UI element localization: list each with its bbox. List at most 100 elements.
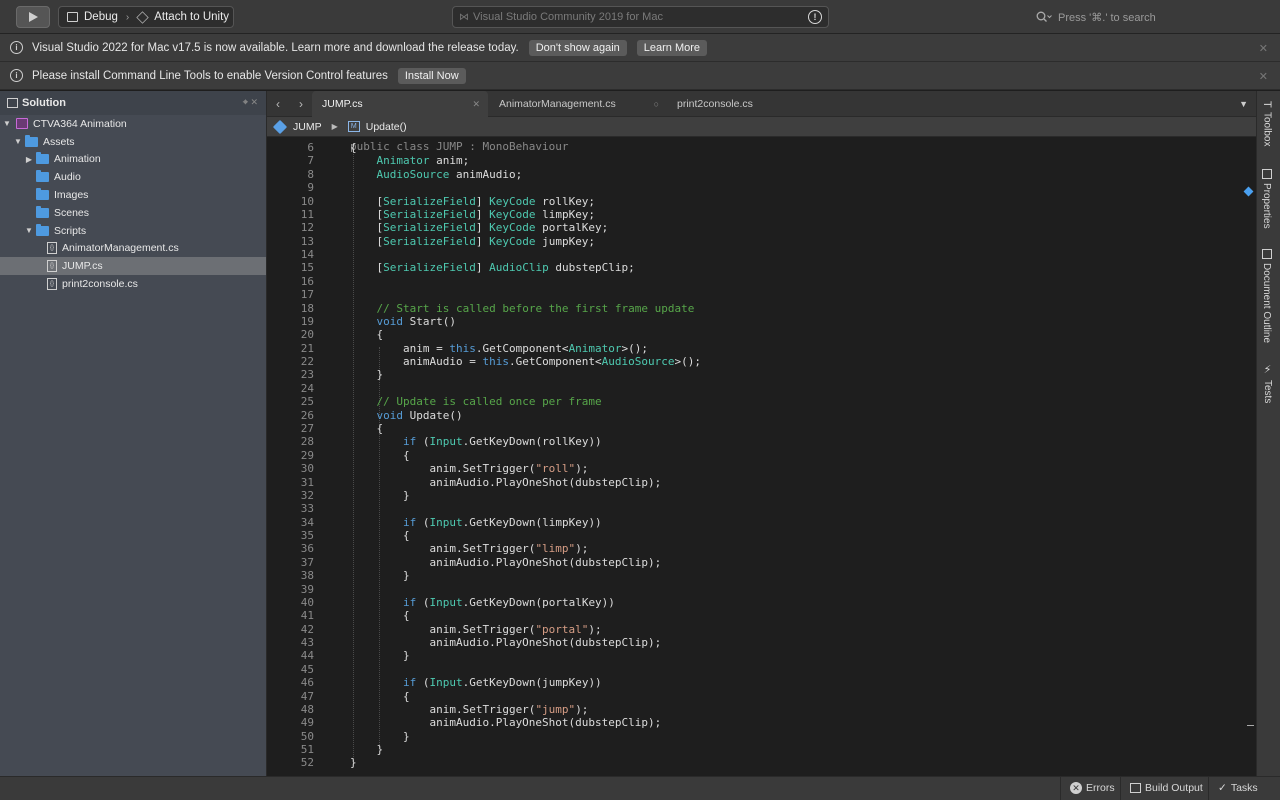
close-icon[interactable]: ✕ [1259,42,1268,55]
path-class[interactable]: JUMP [293,121,322,133]
run-configuration-selector[interactable]: Debug › Attach to Unity [58,6,234,28]
close-icon[interactable]: ✕ [1259,70,1268,83]
dock-label: Document Outline [1261,263,1272,344]
folder-icon [25,134,38,147]
learn-more-button[interactable]: Learn More [636,39,708,56]
chevron-down-icon[interactable]: ▼ [13,137,23,146]
tasks-label: Tasks [1230,782,1258,794]
line-number: 46 [300,676,314,690]
tab-overflow-icon[interactable]: ▼ [1239,99,1248,109]
tree-item-label: JUMP.cs [62,260,103,273]
tasks-pad-button[interactable]: ✓ Tasks [1218,782,1258,794]
tree-item-scripts[interactable]: ▼ Scripts [0,222,266,240]
modified-dot-icon[interactable]: ○ [654,99,659,109]
run-button[interactable] [16,6,50,28]
errors-pad-button[interactable]: ✕ Errors [1070,782,1115,794]
tree-item-assets[interactable]: ▼ Assets [0,133,266,151]
nav-back-icon[interactable]: ‹ [276,97,280,111]
code-text: { [350,689,410,703]
line-number: 24 [300,381,314,395]
line-number: 44 [300,649,314,663]
tab-print2console-cs[interactable]: print2console.cs [667,91,845,117]
line-number: 11 [300,207,314,221]
nav-forward-icon[interactable]: › [299,97,303,111]
tree-item-print2console-cs[interactable]: {} print2console.cs [0,275,266,293]
tree-item-audio[interactable]: Audio [0,168,266,186]
csharp-file-icon: {} [47,278,57,291]
code-line: 21 anim = this.GetComponent<Animator>(); [267,342,1247,355]
scroll-position-marker [1247,725,1254,726]
update-infobar: i Visual Studio 2022 for Mac v17.5 is no… [0,34,1280,62]
right-dock: T Toolbox Properties Document Outline ⚡ … [1256,91,1280,776]
dock-toolbox[interactable]: T Toolbox [1261,101,1273,146]
code-line: 13 [SerializeField] KeyCode jumpKey; [267,235,1247,248]
unity-icon [136,10,149,24]
method-icon: M [347,121,360,132]
document-tabbar: ‹ › JUMP.cs ✕ AnimatorManagement.cs ○ pr… [267,91,1256,117]
tree-item-jump-cs[interactable]: {} JUMP.cs [0,257,266,276]
line-number: 31 [300,475,314,489]
code-text: { [350,421,384,435]
dock-label: Toolbox [1261,111,1273,147]
line-number: 12 [300,221,314,235]
tab-jump-cs[interactable]: JUMP.cs ✕ [312,91,488,117]
code-line: 22 animAudio = this.GetComponent<AudioSo… [267,355,1247,368]
code-line: 35 { [267,529,1247,542]
code-line: 17 [267,288,1247,301]
code-line: 46 if (Input.GetKeyDown(jumpKey)) [267,676,1247,689]
line-number: 18 [300,301,314,315]
code-line: 51 } [267,743,1247,756]
code-line: 49 animAudio.PlayOneShot(dubstepClip); [267,716,1247,729]
project-icon [16,118,28,130]
tab-animatormanagement-cs[interactable]: AnimatorManagement.cs ○ [489,91,667,117]
chevron-right-icon[interactable]: ▶ [24,155,34,164]
chevron-down-icon[interactable]: ▼ [24,226,34,235]
project-node[interactable]: ▼ CTVA364 Animation [0,115,266,133]
tree-item-label: Images [54,189,89,202]
path-method[interactable]: Update() [366,121,407,133]
document-outline-icon [1261,249,1272,259]
divider [1120,777,1121,800]
line-number: 23 [300,368,314,382]
code-text: if (Input.GetKeyDown(rollKey)) [402,435,602,449]
dont-show-again-button[interactable]: Don't show again [528,39,627,56]
install-now-button[interactable]: Install Now [397,67,466,84]
tree-item-animatormanagement-cs[interactable]: {} AnimatorManagement.cs [0,240,266,258]
line-number: 26 [300,408,314,422]
dock-tests[interactable]: ⚡ Tests [1261,363,1274,403]
close-icon[interactable]: ✕ [472,99,480,110]
tree-item-images[interactable]: Images [0,186,266,204]
info-icon: i [10,41,23,54]
code-line: 27 { [267,422,1247,435]
code-text: [SerializeField] KeyCode rollKey; [350,194,596,208]
code-line: 14 [267,248,1247,261]
line-number: 42 [300,622,314,636]
info-icon: i [10,69,23,82]
properties-icon [1261,169,1272,179]
code-line: 43 animAudio.PlayOneShot(dubstepClip); [267,636,1247,649]
info-icon[interactable]: ! [808,10,822,24]
dock-document-outline[interactable]: Document Outline [1261,249,1272,343]
line-number: 36 [300,542,314,556]
line-number: 8 [307,167,314,181]
line-number: 17 [300,288,314,302]
code-line: 23 } [267,368,1247,381]
line-number: 48 [300,702,314,716]
build-output-pad-button[interactable]: Build Output [1130,782,1203,794]
line-number: 10 [300,194,314,208]
code-line: 42 anim.SetTrigger("portal"); [267,623,1247,636]
tree-item-animation[interactable]: ▶ Animation [0,151,266,169]
global-search[interactable]: Press '⌘.' to search [1032,6,1278,28]
line-number: 13 [300,234,314,248]
code-text: [SerializeField] KeyCode limpKey; [350,207,596,221]
dock-properties[interactable]: Properties [1261,169,1272,229]
code-text: void Start() [376,314,456,328]
tree-item-scenes[interactable]: Scenes [0,204,266,222]
pad-actions[interactable]: ⌖ ✕ [243,97,258,108]
code-text-area[interactable]: public class JUMP : MonoBehaviour 6{7 An… [267,137,1256,776]
code-text: void Update() [376,408,463,422]
code-line: 44 } [267,649,1247,662]
code-line: 26 void Update() [267,409,1247,422]
code-line: 48 anim.SetTrigger("jump"); [267,703,1247,716]
code-text: // Start is called before the first fram… [376,301,695,315]
